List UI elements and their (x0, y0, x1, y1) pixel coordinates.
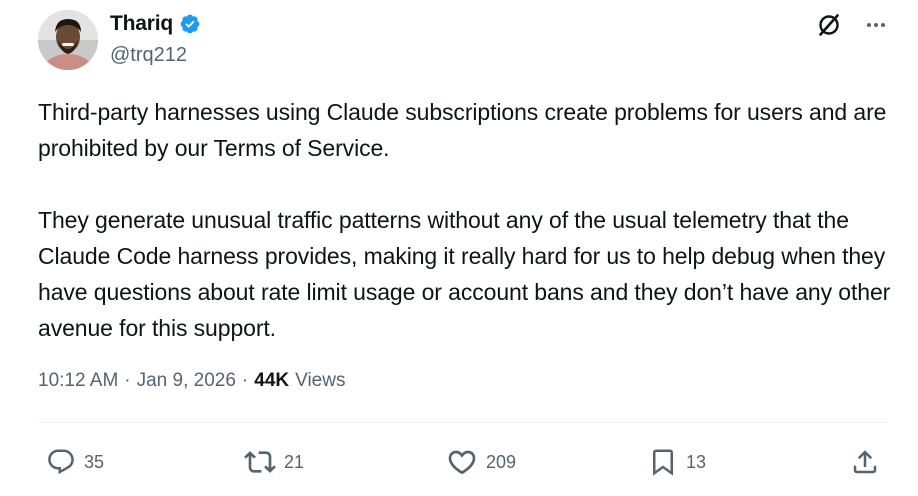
share-button[interactable] (850, 440, 880, 484)
heart-icon (448, 450, 476, 475)
post-time[interactable]: 10:12 AM (38, 370, 118, 392)
repost-count: 21 (284, 451, 305, 472)
divider (38, 422, 888, 423)
author-name-row[interactable]: Thariq (110, 12, 201, 36)
action-bar: 35 21 209 13 (0, 440, 918, 484)
author-display-name[interactable]: Thariq (110, 12, 173, 36)
like-count: 209 (486, 451, 517, 472)
reply-icon (48, 449, 74, 475)
like-button[interactable]: 209 (446, 440, 516, 484)
bookmark-icon (653, 449, 673, 476)
post-meta: 10:12 AM · Jan 9, 2026 · 44K Views (38, 370, 345, 392)
verified-badge-icon (180, 14, 200, 34)
reply-button[interactable]: 35 (46, 440, 104, 484)
avatar[interactable] (38, 10, 98, 70)
bookmark-button[interactable]: 13 (648, 440, 706, 484)
post-text: Third-party harnesses using Claude subsc… (38, 94, 898, 346)
bookmark-count: 13 (686, 451, 707, 472)
repost-icon (244, 451, 276, 473)
post-paragraph: Third-party harnesses using Claude subsc… (38, 99, 887, 161)
meta-separator: · (124, 370, 131, 391)
repost-button[interactable]: 21 (244, 440, 304, 484)
author-handle[interactable]: @trq212 (110, 44, 187, 67)
tweet-card: Thariq @trq212 Third-party harnesses usi… (0, 0, 918, 496)
more-icon[interactable] (864, 13, 888, 37)
reply-count: 35 (84, 451, 105, 472)
avatar-image (38, 10, 98, 70)
views-count: 44K (254, 370, 290, 391)
share-icon (853, 450, 877, 474)
grok-icon[interactable] (816, 12, 842, 38)
views-label: Views (295, 370, 346, 391)
post-paragraph: They generate unusual traffic patterns w… (38, 207, 891, 341)
post-date[interactable]: Jan 9, 2026 (137, 370, 236, 392)
meta-separator: · (241, 370, 249, 391)
top-icons (816, 12, 888, 38)
